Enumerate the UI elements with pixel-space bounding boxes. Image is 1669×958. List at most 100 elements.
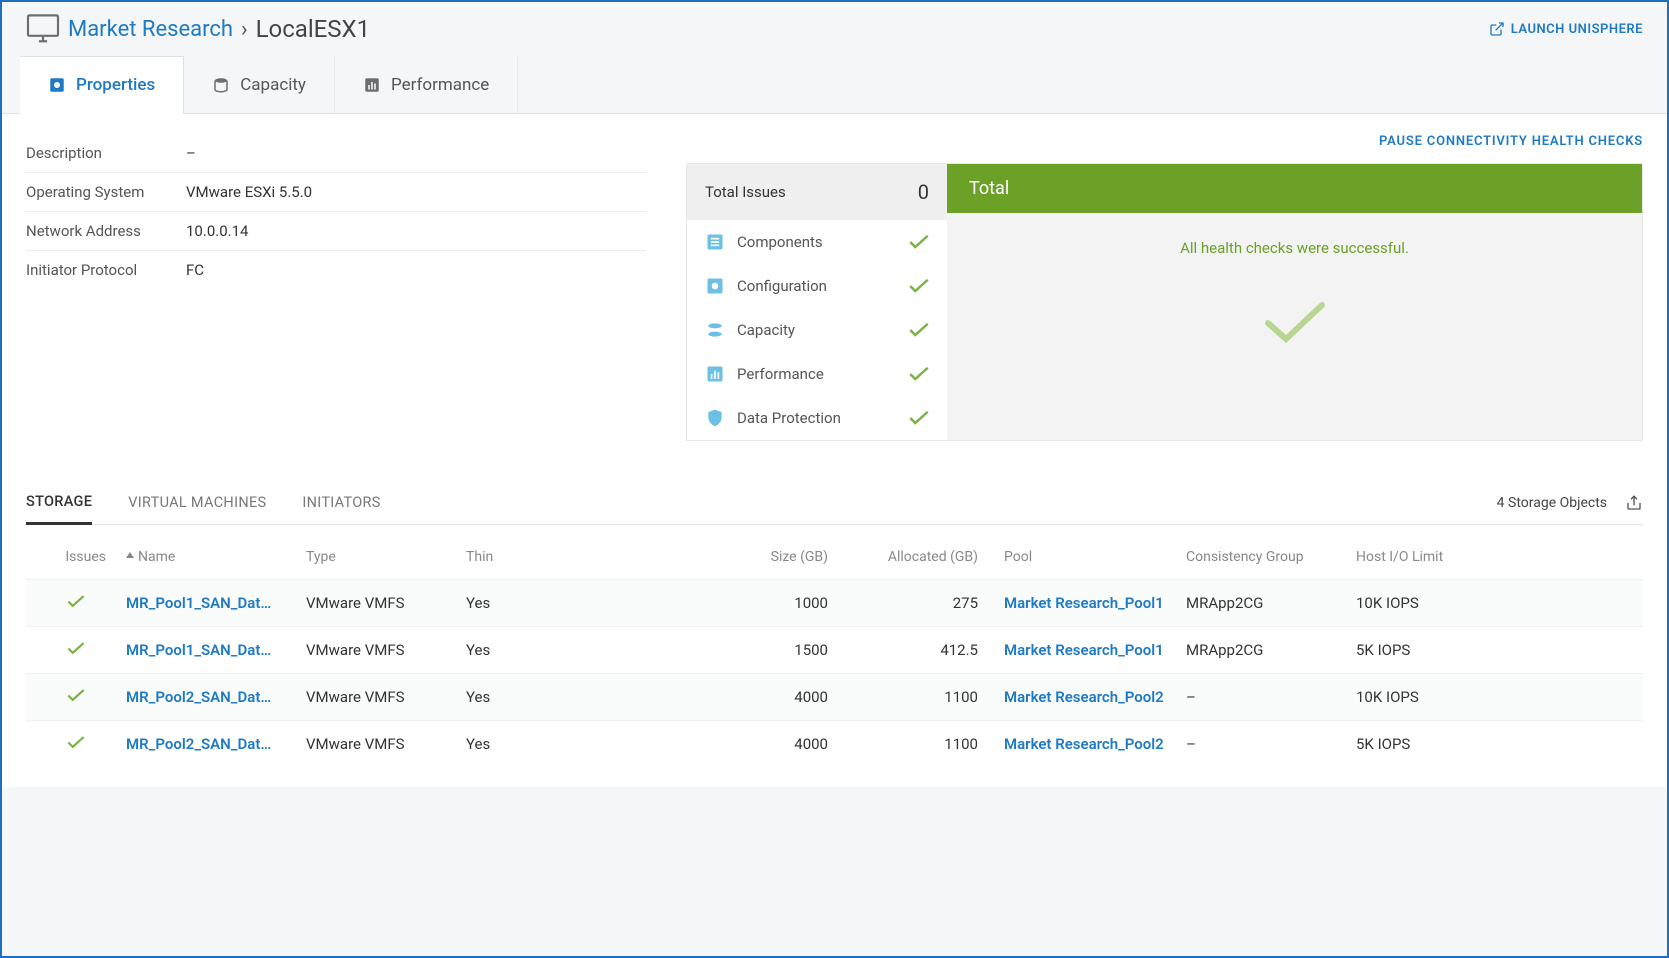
prop-label-description: Description <box>26 144 186 162</box>
col-host-io-limit[interactable]: Host I/O Limit <box>1356 549 1516 565</box>
launch-unisphere-link[interactable]: LAUNCH UNISPHERE <box>1489 21 1643 37</box>
col-pool[interactable]: Pool <box>996 549 1186 565</box>
prop-value-initiator: FC <box>186 261 204 279</box>
external-link-icon <box>1489 21 1505 37</box>
row-thin: Yes <box>466 735 666 753</box>
export-icon[interactable] <box>1625 494 1643 512</box>
row-consistency-group: MRApp2CG <box>1186 641 1356 659</box>
components-icon <box>705 232 725 252</box>
database-icon <box>212 76 230 94</box>
check-icon <box>909 364 929 384</box>
table-row[interactable]: MR_Pool2_SAN_Dat… VMware VMFS Yes 4000 1… <box>26 720 1643 767</box>
issue-item-capacity[interactable]: Capacity <box>687 308 947 352</box>
breadcrumb-separator: › <box>241 17 248 42</box>
check-icon <box>909 320 929 340</box>
prop-label-os: Operating System <box>26 183 186 201</box>
sub-tabs: STORAGE VIRTUAL MACHINES INITIATORS 4 St… <box>26 481 1643 525</box>
tab-performance-label: Performance <box>391 75 489 95</box>
issues-total-header[interactable]: Total Issues 0 <box>687 164 947 220</box>
health-panel: Total Issues 0 Components Configur <box>686 163 1643 441</box>
row-pool-link[interactable]: Market Research_Pool1 <box>996 594 1186 612</box>
breadcrumb-current: LocalESX1 <box>256 15 371 43</box>
configuration-icon <box>705 276 725 296</box>
check-icon <box>909 276 929 296</box>
row-size: 1500 <box>666 641 846 659</box>
tab-performance[interactable]: Performance <box>335 56 518 113</box>
page-header: Market Research › LocalESX1 LAUNCH UNISP… <box>2 2 1667 56</box>
issue-label-data-protection: Data Protection <box>737 409 841 427</box>
col-name[interactable]: Name <box>126 549 306 565</box>
tab-capacity[interactable]: Capacity <box>184 56 335 113</box>
sub-tab-vms[interactable]: VIRTUAL MACHINES <box>128 482 266 523</box>
row-host-io-limit: 10K IOPS <box>1356 594 1516 612</box>
check-icon <box>909 232 929 252</box>
breadcrumb-parent-link[interactable]: Market Research <box>68 17 233 42</box>
table-header: Issues Name Type Thin Size (GB) Allocate… <box>26 535 1643 579</box>
row-consistency-group: MRApp2CG <box>1186 594 1356 612</box>
row-thin: Yes <box>466 688 666 706</box>
row-name-link[interactable]: MR_Pool2_SAN_Dat… <box>126 688 306 706</box>
storage-objects-count: 4 Storage Objects <box>1497 495 1607 511</box>
col-type[interactable]: Type <box>306 549 466 565</box>
row-issue-icon <box>26 641 126 659</box>
prop-value-os: VMware ESXi 5.5.0 <box>186 183 312 201</box>
breadcrumb: Market Research › LocalESX1 <box>26 14 370 44</box>
check-icon <box>909 408 929 428</box>
row-pool-link[interactable]: Market Research_Pool2 <box>996 735 1186 753</box>
table-row[interactable]: MR_Pool1_SAN_Dat… VMware VMFS Yes 1000 2… <box>26 579 1643 626</box>
row-pool-link[interactable]: Market Research_Pool1 <box>996 641 1186 659</box>
storage-table: Issues Name Type Thin Size (GB) Allocate… <box>26 535 1643 767</box>
row-host-io-limit: 10K IOPS <box>1356 688 1516 706</box>
row-size: 1000 <box>666 594 846 612</box>
monitor-icon <box>26 14 60 44</box>
row-pool-link[interactable]: Market Research_Pool2 <box>996 688 1186 706</box>
prop-label-network: Network Address <box>26 222 186 240</box>
col-issues[interactable]: Issues <box>26 549 126 565</box>
capacity-icon <box>705 320 725 340</box>
health-success-message: All health checks were successful. <box>1180 239 1409 257</box>
table-row[interactable]: MR_Pool1_SAN_Dat… VMware VMFS Yes 1500 4… <box>26 626 1643 673</box>
row-allocated: 1100 <box>846 735 996 753</box>
prop-label-initiator: Initiator Protocol <box>26 261 186 279</box>
row-name-link[interactable]: MR_Pool2_SAN_Dat… <box>126 735 306 753</box>
row-issue-icon <box>26 594 126 612</box>
col-thin[interactable]: Thin <box>466 549 666 565</box>
issue-item-data-protection[interactable]: Data Protection <box>687 396 947 440</box>
row-host-io-limit: 5K IOPS <box>1356 641 1516 659</box>
prop-value-description: – <box>186 144 196 162</box>
table-row[interactable]: MR_Pool2_SAN_Dat… VMware VMFS Yes 4000 1… <box>26 673 1643 720</box>
row-name-link[interactable]: MR_Pool1_SAN_Dat… <box>126 641 306 659</box>
health-total-banner: Total <box>947 164 1642 213</box>
chart-icon <box>363 76 381 94</box>
pause-health-checks-link[interactable]: PAUSE CONNECTIVITY HEALTH CHECKS <box>1379 134 1643 149</box>
row-consistency-group: – <box>1186 688 1356 706</box>
launch-unisphere-label: LAUNCH UNISPHERE <box>1511 22 1643 37</box>
content-area: Description – Operating System VMware ES… <box>2 114 1667 787</box>
sort-asc-icon <box>126 552 134 562</box>
col-allocated[interactable]: Allocated (GB) <box>846 549 996 565</box>
tab-properties[interactable]: Properties <box>20 56 184 114</box>
properties-panel: Description – Operating System VMware ES… <box>26 134 646 441</box>
issue-item-performance[interactable]: Performance <box>687 352 947 396</box>
row-host-io-limit: 5K IOPS <box>1356 735 1516 753</box>
row-allocated: 412.5 <box>846 641 996 659</box>
row-type: VMware VMFS <box>306 594 466 612</box>
row-type: VMware VMFS <box>306 688 466 706</box>
shield-icon <box>705 408 725 428</box>
issue-item-components[interactable]: Components <box>687 220 947 264</box>
row-allocated: 275 <box>846 594 996 612</box>
prop-value-network: 10.0.0.14 <box>186 222 248 240</box>
issue-item-configuration[interactable]: Configuration <box>687 264 947 308</box>
issue-label-configuration: Configuration <box>737 277 827 295</box>
issue-label-components: Components <box>737 233 823 251</box>
large-check-icon <box>1260 297 1330 347</box>
sub-tab-storage[interactable]: STORAGE <box>26 481 92 525</box>
issue-label-performance: Performance <box>737 365 824 383</box>
row-name-link[interactable]: MR_Pool1_SAN_Dat… <box>126 594 306 612</box>
issues-total-label: Total Issues <box>705 183 786 201</box>
row-type: VMware VMFS <box>306 641 466 659</box>
tab-properties-label: Properties <box>76 75 155 95</box>
sub-tab-initiators[interactable]: INITIATORS <box>302 482 380 523</box>
col-size[interactable]: Size (GB) <box>666 549 846 565</box>
col-consistency-group[interactable]: Consistency Group <box>1186 549 1356 565</box>
